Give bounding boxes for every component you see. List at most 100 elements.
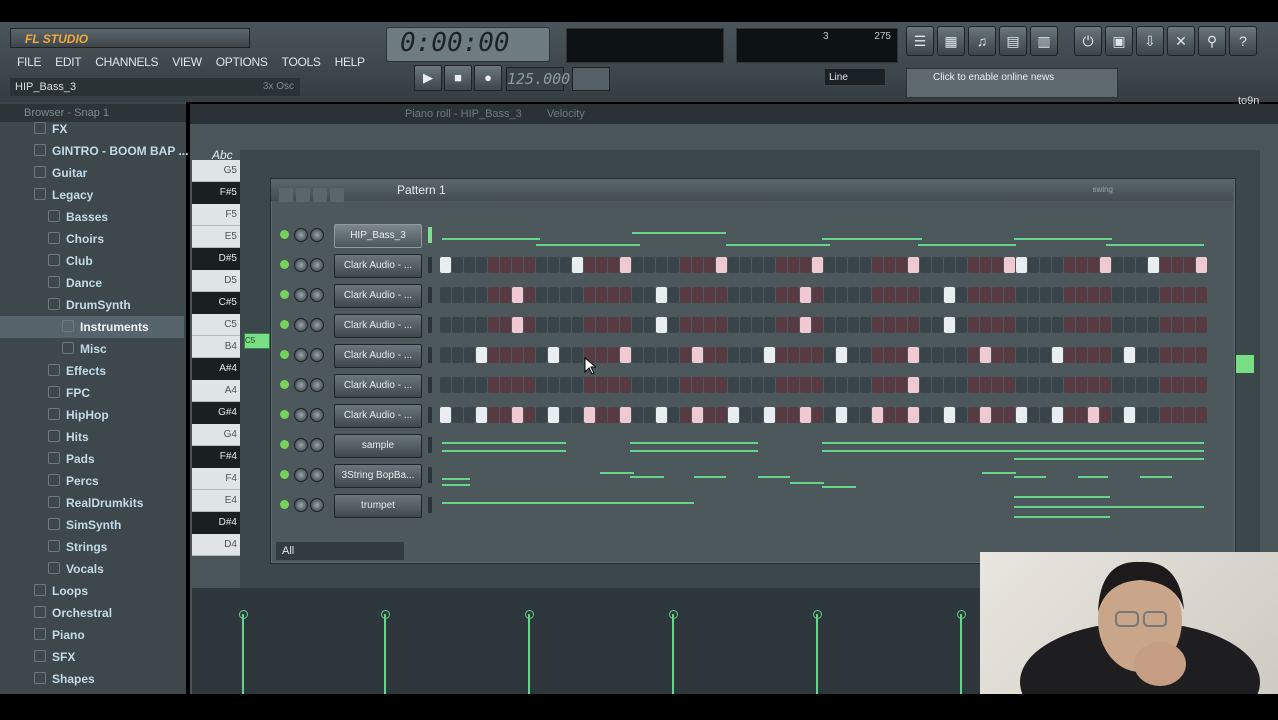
step-button[interactable]	[704, 317, 715, 333]
step-button[interactable]	[632, 257, 643, 273]
step-button[interactable]	[536, 287, 547, 303]
step-button[interactable]	[452, 287, 463, 303]
step-button[interactable]	[968, 347, 979, 363]
step-button[interactable]	[524, 287, 535, 303]
channel-button[interactable]: 3String BopBa...	[334, 464, 422, 488]
step-button[interactable]	[764, 257, 775, 273]
step-button[interactable]	[1112, 287, 1123, 303]
step-button[interactable]	[1064, 347, 1075, 363]
step-button[interactable]	[1004, 287, 1015, 303]
step-button[interactable]	[656, 347, 667, 363]
channel-button[interactable]: Clark Audio - ...	[334, 374, 422, 398]
step-button[interactable]	[740, 287, 751, 303]
step-button[interactable]	[944, 257, 955, 273]
step-button[interactable]	[824, 377, 835, 393]
step-button[interactable]	[560, 287, 571, 303]
channel-select-light[interactable]	[428, 227, 432, 243]
playlist-icon[interactable]: ☰	[906, 26, 934, 56]
step-button[interactable]	[788, 317, 799, 333]
piano-key[interactable]: G4	[192, 424, 240, 446]
browser-item[interactable]: Hits	[0, 426, 184, 448]
stop-button[interactable]: ■	[444, 65, 472, 91]
step-button[interactable]	[812, 347, 823, 363]
step-button[interactable]	[464, 317, 475, 333]
step-button[interactable]	[920, 377, 931, 393]
step-button[interactable]	[1160, 287, 1171, 303]
channel-mute-led[interactable]	[280, 320, 289, 329]
step-button[interactable]	[488, 407, 499, 423]
step-button[interactable]	[932, 377, 943, 393]
menu-item[interactable]: FILE	[10, 52, 48, 72]
step-button[interactable]	[500, 407, 511, 423]
channel-select-light[interactable]	[428, 287, 432, 303]
step-button[interactable]	[632, 407, 643, 423]
step-button[interactable]	[440, 347, 451, 363]
channel-pan-knob[interactable]	[294, 408, 308, 422]
step-button[interactable]	[836, 347, 847, 363]
step-button[interactable]	[1040, 347, 1051, 363]
step-button[interactable]	[920, 257, 931, 273]
step-button[interactable]	[560, 407, 571, 423]
step-button[interactable]	[800, 287, 811, 303]
piano-key[interactable]: D4	[192, 534, 240, 556]
step-button[interactable]	[476, 347, 487, 363]
step-button[interactable]	[1124, 377, 1135, 393]
step-button[interactable]	[512, 407, 523, 423]
step-button[interactable]	[1148, 287, 1159, 303]
step-button[interactable]	[716, 287, 727, 303]
step-button[interactable]	[1124, 257, 1135, 273]
step-button[interactable]	[1040, 287, 1051, 303]
channel-volume-knob[interactable]	[310, 318, 324, 332]
step-button[interactable]	[644, 377, 655, 393]
step-button[interactable]	[572, 317, 583, 333]
step-button[interactable]	[1124, 287, 1135, 303]
step-button[interactable]	[1124, 407, 1135, 423]
step-button[interactable]	[656, 407, 667, 423]
channel-mute-led[interactable]	[280, 440, 289, 449]
channel-select-light[interactable]	[428, 317, 432, 333]
step-button[interactable]	[992, 257, 1003, 273]
step-button[interactable]	[644, 257, 655, 273]
velocity-bar[interactable]	[672, 614, 674, 694]
browser-item[interactable]: Choirs	[0, 228, 184, 250]
step-button[interactable]	[524, 407, 535, 423]
step-button[interactable]	[860, 317, 871, 333]
step-button[interactable]	[788, 287, 799, 303]
step-button[interactable]	[908, 257, 919, 273]
step-button[interactable]	[644, 407, 655, 423]
step-button[interactable]	[872, 287, 883, 303]
step-button[interactable]	[500, 317, 511, 333]
step-button[interactable]	[692, 407, 703, 423]
step-button[interactable]	[836, 407, 847, 423]
mini-piano-roll[interactable]	[440, 434, 1206, 460]
step-button[interactable]	[1136, 287, 1147, 303]
step-button[interactable]	[680, 407, 691, 423]
step-button[interactable]	[824, 347, 835, 363]
browser-item[interactable]: Orchestral	[0, 602, 184, 624]
step-button[interactable]	[488, 257, 499, 273]
step-button[interactable]	[476, 287, 487, 303]
step-button[interactable]	[716, 407, 727, 423]
step-button[interactable]	[764, 407, 775, 423]
piano-roll-icon[interactable]: ♫	[968, 26, 996, 56]
step-button[interactable]	[1052, 347, 1063, 363]
step-button[interactable]	[896, 317, 907, 333]
channel-select-light[interactable]	[428, 407, 432, 423]
step-button[interactable]	[956, 317, 967, 333]
step-button[interactable]	[764, 317, 775, 333]
step-button[interactable]	[620, 287, 631, 303]
step-button[interactable]	[620, 377, 631, 393]
step-button[interactable]	[1184, 377, 1195, 393]
step-button[interactable]	[596, 287, 607, 303]
step-button[interactable]	[1016, 257, 1027, 273]
step-button[interactable]	[1016, 287, 1027, 303]
step-button[interactable]	[1136, 317, 1147, 333]
step-button[interactable]	[1196, 407, 1207, 423]
step-button[interactable]	[584, 377, 595, 393]
step-button[interactable]	[680, 317, 691, 333]
step-button[interactable]	[632, 347, 643, 363]
step-button[interactable]	[968, 257, 979, 273]
channel-select-light[interactable]	[428, 437, 432, 453]
step-button[interactable]	[500, 257, 511, 273]
step-button[interactable]	[1004, 257, 1015, 273]
